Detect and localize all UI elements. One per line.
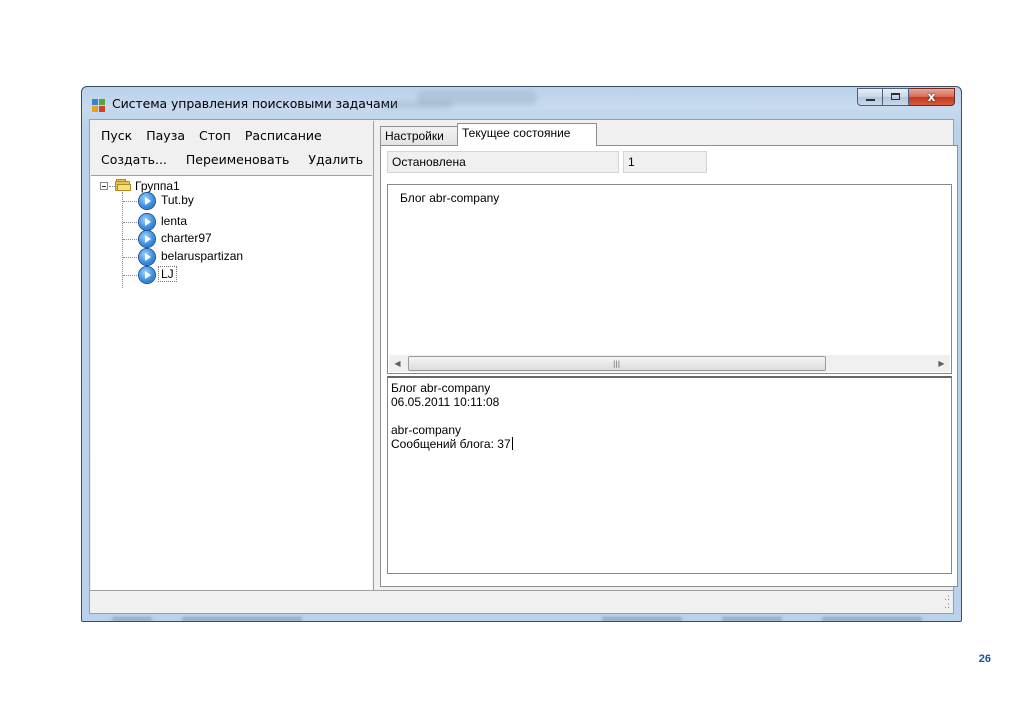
task-play-icon: [139, 249, 155, 265]
task-play-icon: [139, 231, 155, 247]
task-play-icon: [139, 214, 155, 230]
detail-line: Сообщений блога: 37: [391, 437, 513, 451]
details-textbox[interactable]: Блог abr-company 06.05.2011 10:11:08 abr…: [387, 376, 952, 574]
maximize-icon: [891, 93, 900, 100]
tab-settings[interactable]: Настройки: [380, 126, 458, 145]
window-title: Система управления поисковыми задачами: [112, 96, 398, 111]
scroll-left-icon[interactable]: ◀: [389, 355, 406, 372]
left-pane: Пуск Пауза Стоп Расписание Создать... Пе…: [91, 121, 374, 590]
tree-item-tutby[interactable]: Tut.by: [159, 193, 196, 207]
app-window: Система управления поисковыми задачами x…: [81, 86, 962, 622]
list-item[interactable]: Блог abr-company: [400, 191, 499, 205]
menu-delete[interactable]: Удалить: [296, 152, 370, 167]
minimize-button[interactable]: [857, 88, 883, 106]
tree-item-lenta[interactable]: lenta: [159, 214, 189, 228]
tree-item-lj[interactable]: LJ: [158, 266, 177, 282]
text-caret: [511, 437, 513, 450]
task-tree[interactable]: Группа1 Tut.by lenta charter97 belaruspa…: [91, 175, 372, 590]
menu-rename[interactable]: Переименовать: [174, 152, 296, 167]
state-field: Остановлена: [387, 151, 619, 173]
result-list[interactable]: Блог abr-company ◀ ||| ▶: [387, 184, 952, 374]
detail-line: abr-company: [391, 423, 462, 437]
status-bar: .:.:: [90, 590, 953, 613]
minimize-icon: [866, 99, 875, 101]
title-bar[interactable]: Система управления поисковыми задачами x: [82, 87, 961, 119]
maximize-button[interactable]: [883, 88, 909, 106]
detail-text: Сообщений блога: 37: [391, 437, 511, 451]
close-button[interactable]: x: [909, 88, 955, 106]
task-play-icon: [139, 267, 155, 283]
menu-schedule[interactable]: Расписание: [238, 128, 329, 143]
tree-item-belaruspartizan[interactable]: belaruspartizan: [159, 249, 245, 263]
detail-line: 06.05.2011 10:11:08: [391, 395, 500, 409]
collapse-expander[interactable]: [100, 182, 108, 190]
detail-line: Блог abr-company: [391, 381, 491, 395]
current-state-panel: Остановлена 1 Блог abr-company ◀ ||| ▶ Б…: [380, 145, 958, 587]
caption-buttons: x: [857, 88, 955, 108]
task-play-icon: [139, 193, 155, 209]
edit-toolbar: Создать... Переименовать Удалить: [94, 147, 370, 171]
menu-create[interactable]: Создать...: [94, 152, 174, 167]
app-icon: [92, 99, 106, 113]
menu-pause[interactable]: Пауза: [139, 128, 192, 143]
folder-icon: [115, 179, 131, 191]
tab-current-state[interactable]: Текущее состояние: [457, 123, 597, 146]
page-number: 26: [978, 653, 991, 665]
horizontal-scrollbar[interactable]: ◀ ||| ▶: [389, 355, 950, 372]
count-field: 1: [623, 151, 707, 173]
menu-stop[interactable]: Стоп: [192, 128, 238, 143]
scroll-thumb[interactable]: |||: [408, 356, 826, 371]
tree-group-label[interactable]: Группа1: [133, 179, 182, 193]
control-toolbar: Пуск Пауза Стоп Расписание: [94, 123, 329, 147]
scroll-right-icon[interactable]: ▶: [933, 355, 950, 372]
menu-start[interactable]: Пуск: [94, 128, 139, 143]
tree-item-charter97[interactable]: charter97: [159, 231, 214, 245]
close-icon: x: [927, 90, 936, 104]
client-area: Пуск Пауза Стоп Расписание Создать... Пе…: [89, 119, 958, 614]
resize-grip-icon[interactable]: .:.:: [944, 594, 950, 611]
